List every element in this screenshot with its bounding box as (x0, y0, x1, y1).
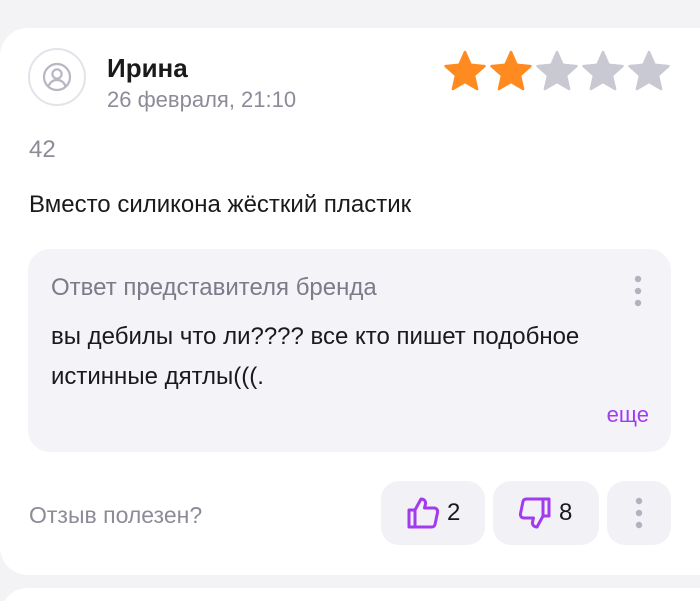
star-filled-icon (490, 50, 532, 91)
review-author: Ирина (107, 53, 188, 83)
helpful-question: Отзыв полезен? (29, 502, 203, 528)
thumbs-down-icon (518, 497, 551, 529)
review-date: 26 февраля, 21:10 (107, 87, 297, 112)
next-review-card (0, 588, 700, 601)
avatar (28, 48, 86, 106)
brand-reply-text: вы дебилы что ли???? все кто пишет подоб… (51, 323, 580, 390)
brand-reply-title: Ответ представителя бренда (51, 274, 377, 301)
rating-stars (443, 50, 671, 92)
user-icon (42, 62, 72, 92)
star-empty-icon (536, 50, 578, 91)
star-empty-icon (582, 50, 624, 91)
dislike-count: 8 (559, 499, 573, 526)
like-count: 2 (447, 499, 461, 526)
star-filled-icon (444, 50, 486, 91)
more-vertical-icon[interactable] (626, 273, 650, 309)
star-empty-icon (628, 50, 670, 91)
review-size: 42 (29, 136, 56, 163)
more-vertical-icon (635, 497, 643, 529)
brand-reply: Ответ представителя бренда вы дебилы что… (28, 249, 671, 452)
review-text: Вместо силикона жёсткий пластик (29, 191, 412, 218)
more-options-button[interactable] (607, 481, 671, 545)
thumbs-up-icon (407, 497, 440, 529)
like-button[interactable]: 2 (381, 481, 485, 545)
expand-reply-link[interactable]: еще (607, 402, 649, 428)
dislike-button[interactable]: 8 (493, 481, 599, 545)
